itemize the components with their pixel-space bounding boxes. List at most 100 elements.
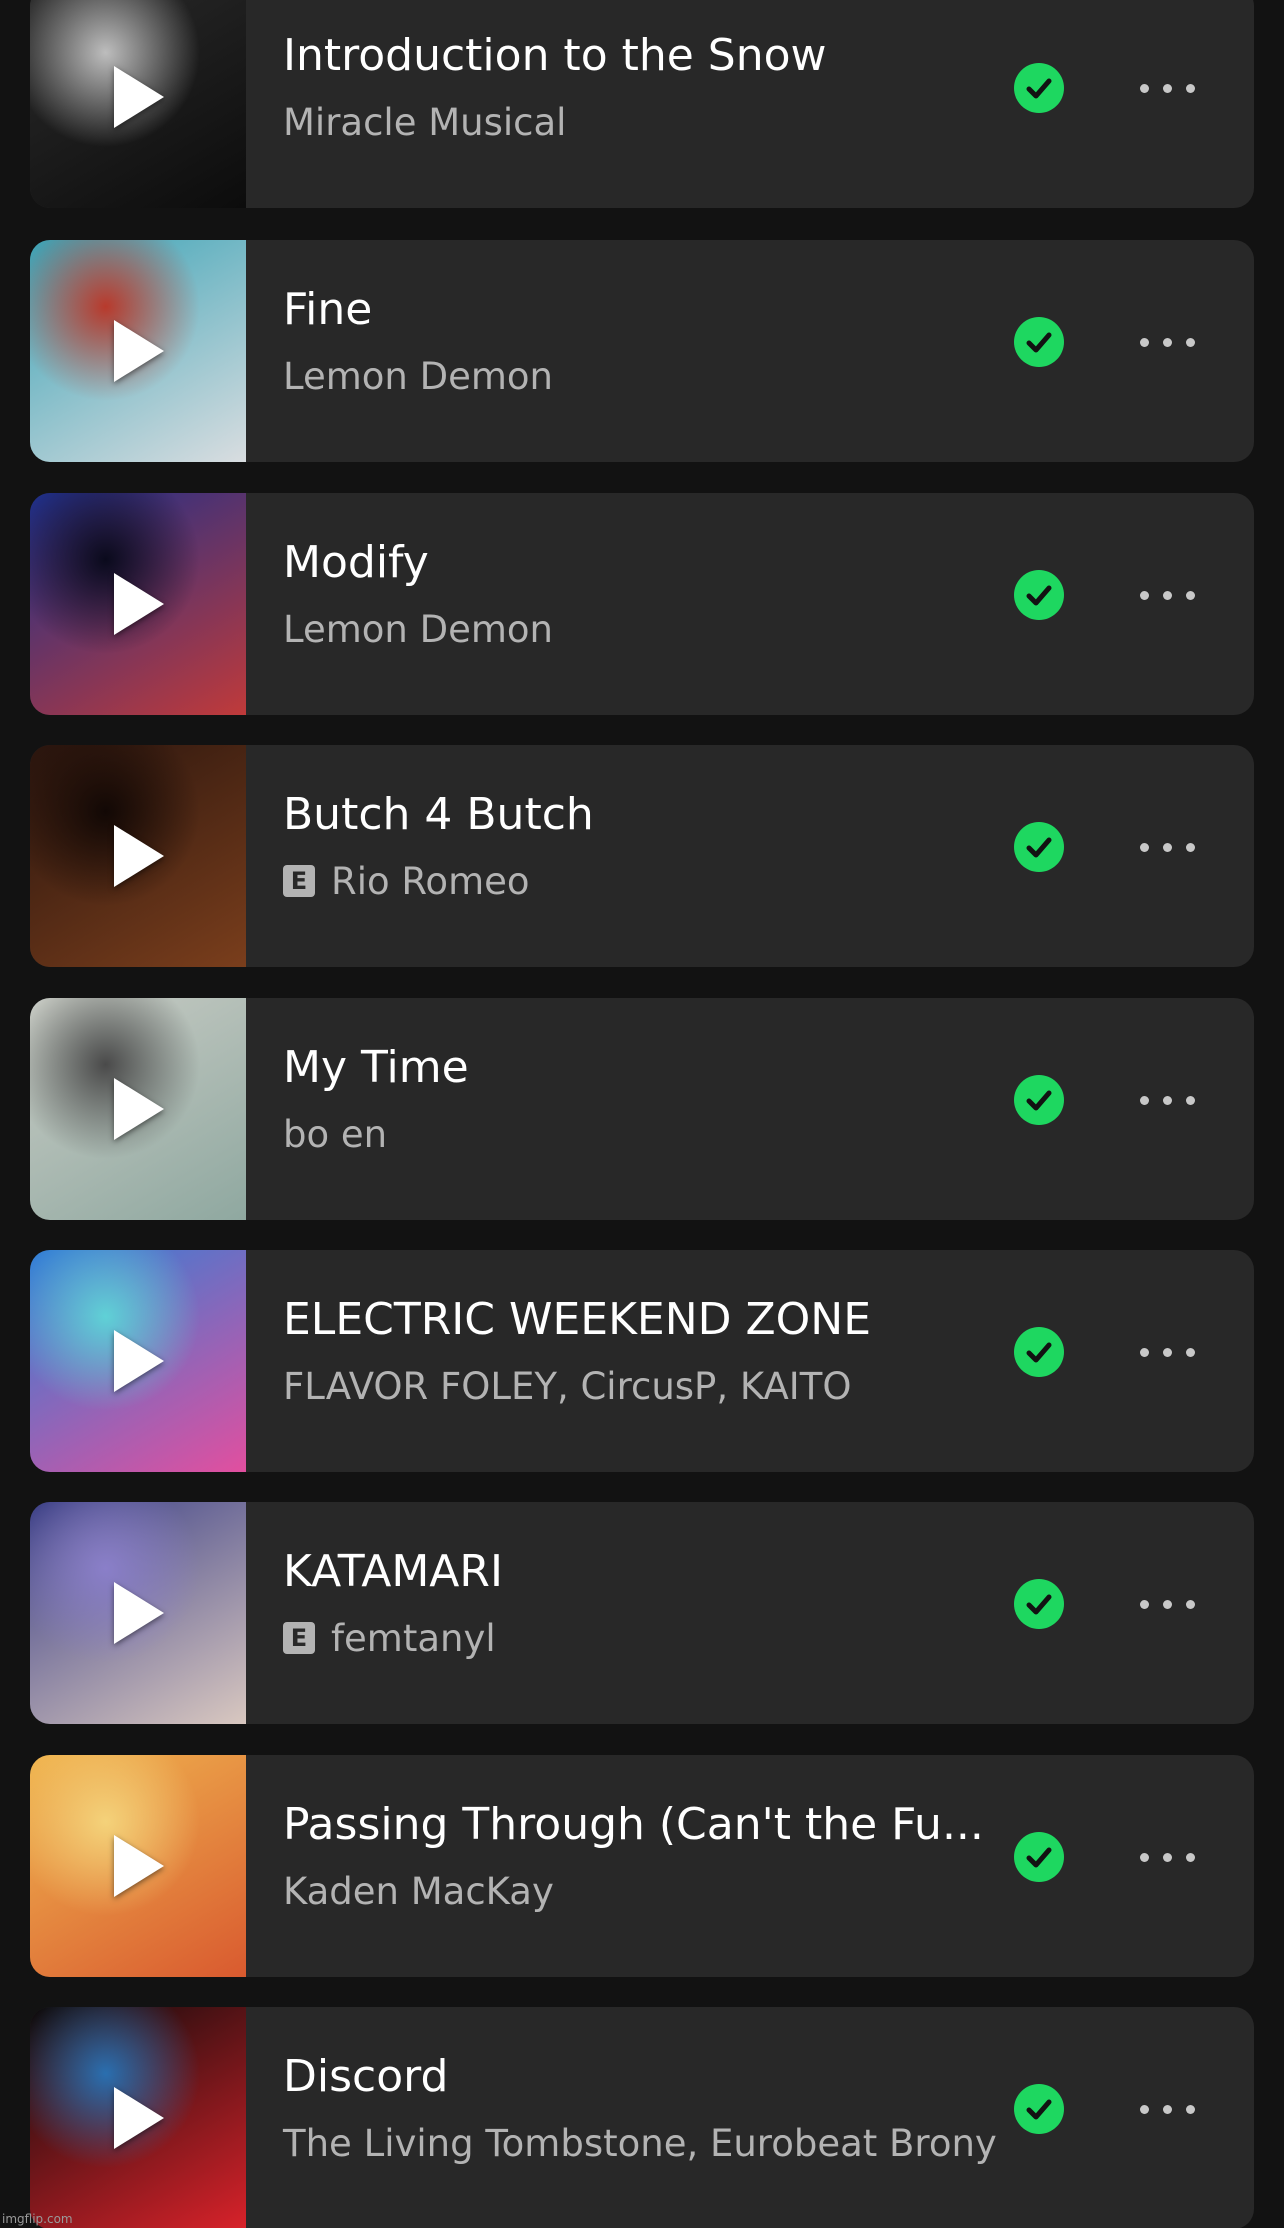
more-dot-icon (1186, 1095, 1195, 1105)
track-title: Fine (283, 284, 373, 335)
more-options-button[interactable] (1140, 70, 1244, 106)
album-art[interactable] (30, 2007, 246, 2228)
track-title: ELECTRIC WEEKEND ZONE (283, 1294, 872, 1345)
album-art[interactable] (30, 0, 246, 208)
artist-row: Lemon Demon (283, 607, 1003, 651)
more-dot-icon (1163, 842, 1172, 852)
album-art[interactable] (30, 240, 246, 462)
artist-row: Miracle Musical (283, 100, 1003, 144)
more-options-button[interactable] (1140, 1082, 1244, 1118)
track-title: Passing Through (Can't the Fu... (283, 1799, 984, 1850)
track-title: Discord (283, 2051, 449, 2102)
more-dot-icon (1163, 1095, 1172, 1105)
more-dot-icon (1163, 1599, 1172, 1609)
track-artist: bo en (283, 1112, 388, 1156)
more-dot-icon (1186, 842, 1195, 852)
more-dot-icon (1140, 1599, 1149, 1609)
downloaded-check-icon (1014, 1579, 1064, 1629)
more-options-button[interactable] (1140, 1839, 1244, 1875)
explicit-badge: E (283, 1622, 315, 1654)
more-options-button[interactable] (1140, 1586, 1244, 1622)
more-options-button[interactable] (1140, 1334, 1244, 1370)
track-artist: Lemon Demon (283, 354, 554, 398)
album-art[interactable] (30, 1250, 246, 1472)
artist-row: Kaden MacKay (283, 1869, 1003, 1913)
more-options-button[interactable] (1140, 2091, 1244, 2127)
artist-row: E femtanyl (283, 1616, 1003, 1660)
track-row[interactable]: My Time bo en (30, 998, 1254, 1220)
more-dot-icon (1140, 842, 1149, 852)
more-dot-icon (1140, 1852, 1149, 1862)
play-icon[interactable] (114, 2087, 164, 2149)
more-dot-icon (1140, 1095, 1149, 1105)
play-icon[interactable] (114, 66, 164, 128)
track-row[interactable]: Butch 4 Butch E Rio Romeo (30, 745, 1254, 967)
downloaded-check-icon (1014, 822, 1064, 872)
more-dot-icon (1140, 83, 1149, 93)
more-options-button[interactable] (1140, 324, 1244, 360)
more-dot-icon (1186, 83, 1195, 93)
play-icon[interactable] (114, 1330, 164, 1392)
track-artist: Kaden MacKay (283, 1869, 554, 1913)
more-dot-icon (1163, 1852, 1172, 1862)
downloaded-check-icon (1014, 2084, 1064, 2134)
track-artist: Lemon Demon (283, 607, 554, 651)
track-title: KATAMARI (283, 1546, 503, 1597)
album-art[interactable] (30, 1755, 246, 1977)
track-artist: Rio Romeo (331, 859, 530, 903)
more-dot-icon (1186, 1347, 1195, 1357)
play-icon[interactable] (114, 320, 164, 382)
track-row[interactable]: Modify Lemon Demon (30, 493, 1254, 715)
track-row[interactable]: Passing Through (Can't the Fu... Kaden M… (30, 1755, 1254, 1977)
track-title: Introduction to the Snow (283, 30, 827, 81)
album-art[interactable] (30, 998, 246, 1220)
more-dot-icon (1186, 1599, 1195, 1609)
track-row[interactable]: Introduction to the Snow Miracle Musical (30, 0, 1254, 208)
album-art[interactable] (30, 745, 246, 967)
track-row[interactable]: Fine Lemon Demon (30, 240, 1254, 462)
downloaded-check-icon (1014, 1327, 1064, 1377)
track-artist: FLAVOR FOLEY, CircusP, KAITO (283, 1364, 852, 1408)
track-title: My Time (283, 1042, 469, 1093)
track-row[interactable]: Discord The Living Tombstone, Eurobeat B… (30, 2007, 1254, 2228)
more-dot-icon (1163, 1347, 1172, 1357)
more-dot-icon (1186, 337, 1195, 347)
more-dot-icon (1186, 590, 1195, 600)
more-dot-icon (1140, 2104, 1149, 2114)
more-dot-icon (1163, 337, 1172, 347)
downloaded-check-icon (1014, 1832, 1064, 1882)
explicit-badge: E (283, 865, 315, 897)
play-icon[interactable] (114, 573, 164, 635)
track-title: Modify (283, 537, 429, 588)
artist-row: Lemon Demon (283, 354, 1003, 398)
album-art[interactable] (30, 493, 246, 715)
watermark: imgflip.com (2, 2212, 73, 2226)
track-artist: femtanyl (331, 1616, 496, 1660)
more-dot-icon (1140, 337, 1149, 347)
play-icon[interactable] (114, 1078, 164, 1140)
downloaded-check-icon (1014, 317, 1064, 367)
artist-row: The Living Tombstone, Eurobeat Brony (283, 2121, 1003, 2165)
artist-row: FLAVOR FOLEY, CircusP, KAITO (283, 1364, 1003, 1408)
more-dot-icon (1163, 83, 1172, 93)
track-row[interactable]: ELECTRIC WEEKEND ZONE FLAVOR FOLEY, Circ… (30, 1250, 1254, 1472)
play-icon[interactable] (114, 1835, 164, 1897)
more-dot-icon (1140, 590, 1149, 600)
more-options-button[interactable] (1140, 829, 1244, 865)
more-dot-icon (1186, 1852, 1195, 1862)
more-dot-icon (1140, 1347, 1149, 1357)
downloaded-check-icon (1014, 1075, 1064, 1125)
album-art[interactable] (30, 1502, 246, 1724)
play-icon[interactable] (114, 825, 164, 887)
track-title: Butch 4 Butch (283, 789, 594, 840)
artist-row: E Rio Romeo (283, 859, 1003, 903)
more-options-button[interactable] (1140, 577, 1244, 613)
track-artist: Miracle Musical (283, 100, 567, 144)
track-row[interactable]: KATAMARI E femtanyl (30, 1502, 1254, 1724)
more-dot-icon (1163, 590, 1172, 600)
track-artist: The Living Tombstone, Eurobeat Brony (283, 2121, 997, 2165)
play-icon[interactable] (114, 1582, 164, 1644)
track-list: Introduction to the Snow Miracle Musical… (0, 0, 1284, 2228)
downloaded-check-icon (1014, 63, 1064, 113)
downloaded-check-icon (1014, 570, 1064, 620)
